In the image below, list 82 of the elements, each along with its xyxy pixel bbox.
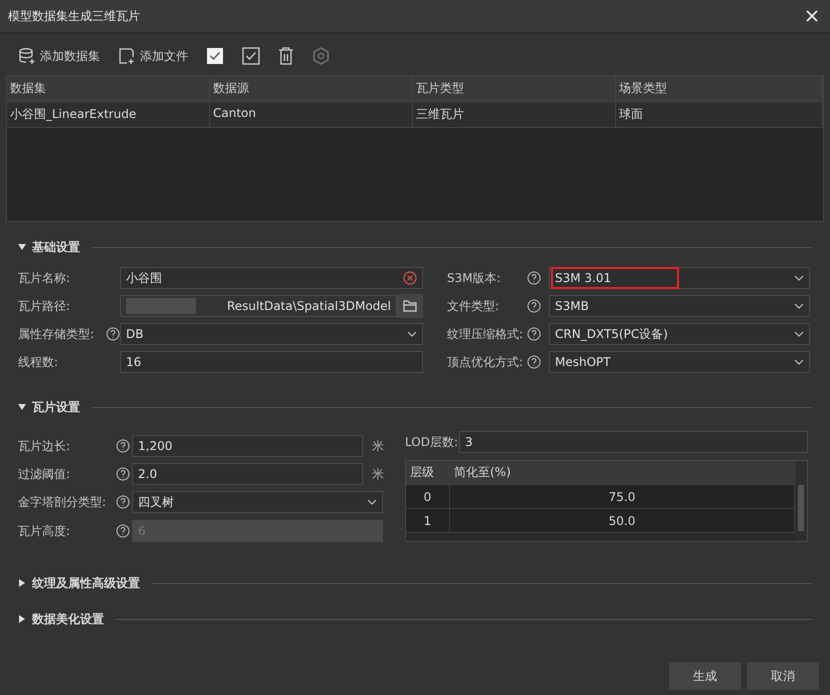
table-cell: 三维瓦片 bbox=[413, 102, 616, 127]
chevron-down-icon[interactable] bbox=[794, 303, 804, 309]
field-label: 过滤阈值: bbox=[18, 466, 72, 482]
dialog-button[interactable]: 生成 bbox=[669, 662, 741, 690]
chevron-down-icon[interactable] bbox=[367, 499, 377, 505]
column-header[interactable]: 数据集 bbox=[7, 76, 210, 101]
chevron-down-icon[interactable] bbox=[407, 331, 417, 337]
chevron-down-icon[interactable] bbox=[794, 275, 804, 281]
toolbar-button[interactable]: 添加文件 bbox=[116, 45, 190, 67]
field-label: 瓦片名称: bbox=[18, 270, 72, 286]
text-field[interactable]: 2.0 bbox=[132, 463, 363, 485]
expanded-triangle-icon[interactable] bbox=[18, 403, 26, 411]
help-icon[interactable] bbox=[116, 524, 130, 538]
field-label: S3M版本: bbox=[447, 270, 502, 286]
help-icon[interactable] bbox=[106, 327, 120, 341]
toolbar-icon-button[interactable] bbox=[276, 45, 296, 67]
dropdown[interactable]: S3MB bbox=[549, 295, 810, 317]
database-plus-icon bbox=[18, 47, 36, 65]
collapsed-triangle-icon[interactable] bbox=[18, 615, 26, 623]
table-cell: 球面 bbox=[616, 102, 823, 127]
field-label: 文件类型: bbox=[447, 298, 500, 314]
field-label: 属性存储类型: bbox=[18, 326, 96, 342]
section-title[interactable]: 数据美化设置 bbox=[32, 610, 104, 628]
section-title[interactable]: 纹理及属性高级设置 bbox=[32, 574, 140, 592]
field-label: 顶点优化方式: bbox=[447, 354, 524, 370]
name-field[interactable]: 小谷围 bbox=[120, 267, 423, 289]
text-field[interactable]: 3 bbox=[459, 431, 808, 453]
toolbar-icon-button[interactable] bbox=[240, 45, 262, 67]
dropdown[interactable]: MeshOPT bbox=[549, 351, 810, 373]
folder-icon bbox=[403, 300, 417, 312]
help-icon[interactable] bbox=[527, 299, 541, 313]
help-icon[interactable] bbox=[527, 271, 541, 285]
dropdown[interactable]: DB bbox=[120, 323, 423, 345]
close-button[interactable] bbox=[804, 8, 820, 24]
field-label: 瓦片高度: bbox=[18, 522, 72, 540]
column-header[interactable]: 层级 bbox=[406, 461, 450, 484]
unit-label: 米 bbox=[371, 466, 385, 482]
section-title[interactable]: 瓦片设置 bbox=[32, 398, 80, 416]
dropdown[interactable]: S3M 3.01 bbox=[549, 267, 810, 289]
field-label: 瓦片边长: bbox=[18, 438, 72, 454]
expanded-triangle-icon[interactable] bbox=[18, 243, 26, 251]
checkbox-icon bbox=[242, 47, 260, 65]
dialog-button[interactable]: 取消 bbox=[747, 662, 819, 690]
unit-label: 米 bbox=[371, 438, 385, 454]
chevron-down-icon[interactable] bbox=[794, 331, 804, 337]
column-header[interactable]: 数据源 bbox=[210, 76, 413, 101]
field-label: LOD层数: bbox=[405, 434, 459, 450]
help-icon[interactable] bbox=[116, 467, 130, 481]
section-title[interactable]: 基础设置 bbox=[32, 238, 80, 256]
field-label: 瓦片路径: bbox=[18, 298, 72, 314]
text-field[interactable]: 1,200 bbox=[132, 435, 363, 457]
column-header[interactable]: 场景类型 bbox=[616, 76, 823, 101]
file-plus-icon bbox=[118, 47, 136, 65]
table-cell: Canton bbox=[210, 102, 413, 127]
table-cell: 0 bbox=[406, 485, 450, 508]
table-cell: 小谷围_LinearExtrude bbox=[7, 102, 210, 127]
chevron-down-icon[interactable] bbox=[794, 359, 804, 365]
scrollbar[interactable] bbox=[795, 461, 807, 541]
hexagon-gear-icon bbox=[312, 47, 330, 65]
field-label: 线程数: bbox=[18, 354, 60, 370]
table-cell: 1 bbox=[406, 509, 450, 532]
dropdown[interactable]: CRN_DXT5(PC设备) bbox=[549, 323, 810, 345]
browse-folder-button[interactable] bbox=[397, 294, 423, 318]
column-header[interactable]: 瓦片类型 bbox=[413, 76, 616, 101]
trash-icon bbox=[278, 47, 294, 65]
dropdown[interactable]: 四叉树 bbox=[132, 491, 383, 513]
help-icon[interactable] bbox=[527, 355, 541, 369]
redaction-block bbox=[126, 298, 196, 314]
checkbox-checked-icon bbox=[206, 47, 224, 65]
help-icon[interactable] bbox=[116, 495, 130, 509]
path-field[interactable]: ResultData\Spatial3DModel bbox=[120, 295, 397, 317]
text-field[interactable]: 16 bbox=[120, 351, 423, 373]
clear-icon[interactable] bbox=[403, 271, 417, 285]
toolbar-icon-button[interactable] bbox=[204, 45, 226, 67]
collapsed-triangle-icon[interactable] bbox=[18, 579, 26, 587]
window-title: 模型数据集生成三维瓦片 bbox=[8, 8, 140, 24]
help-icon[interactable] bbox=[116, 439, 130, 453]
field-label: 纹理压缩格式: bbox=[447, 326, 524, 342]
field-label: 金字塔剖分类型: bbox=[18, 494, 108, 510]
help-icon[interactable] bbox=[527, 327, 541, 341]
toolbar-button[interactable]: 添加数据集 bbox=[16, 45, 102, 67]
close-icon bbox=[804, 8, 820, 24]
